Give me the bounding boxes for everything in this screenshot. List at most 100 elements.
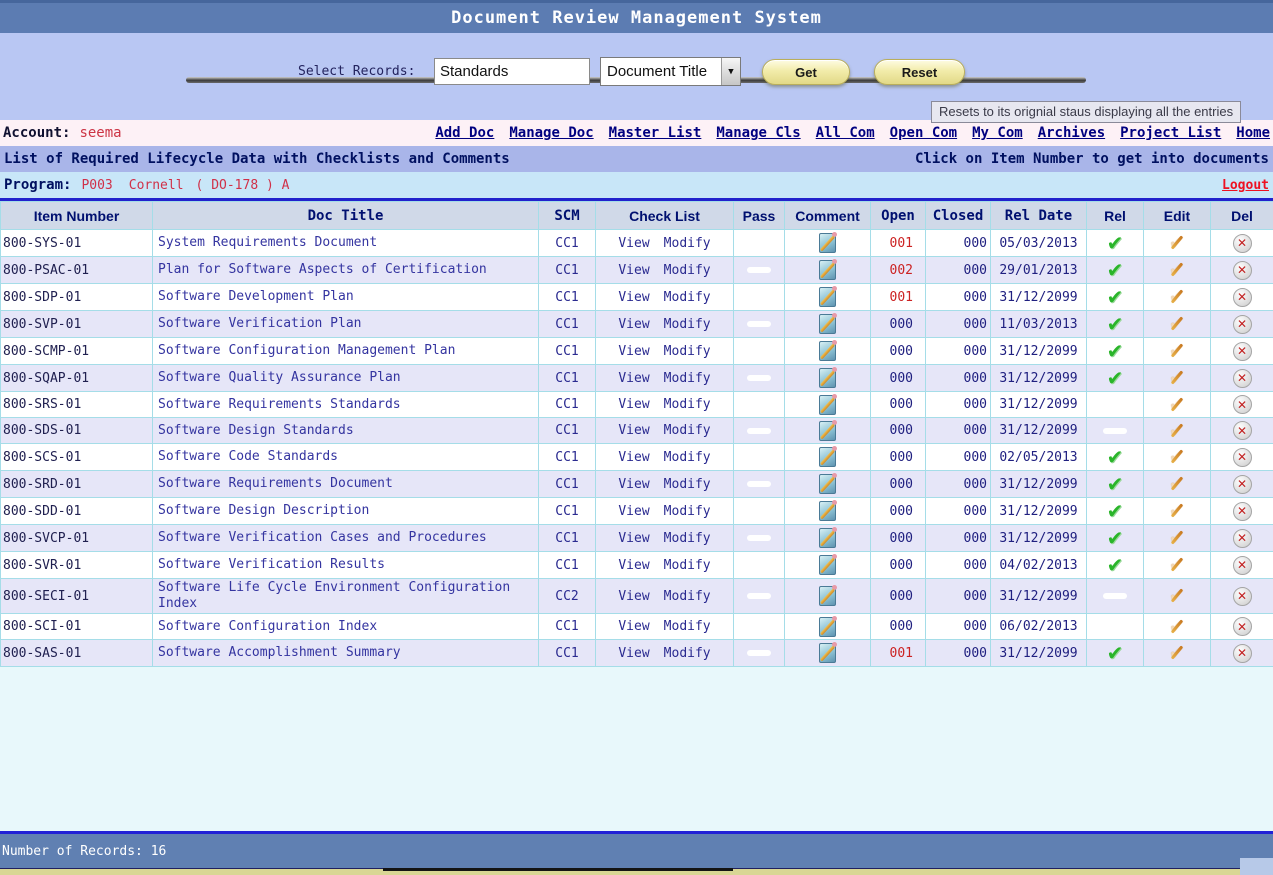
delete-icon[interactable] [1232,617,1252,636]
view-link[interactable]: View [618,589,649,604]
comment-icon[interactable] [819,259,837,280]
item-number-link[interactable]: 800-SQAP-01 [3,371,89,386]
edit-icon[interactable] [1166,340,1188,362]
comment-icon[interactable] [819,527,837,548]
edit-icon[interactable] [1166,259,1188,281]
nav-link-manage-doc[interactable]: Manage Doc [509,125,593,141]
item-number-link[interactable]: 800-SYS-01 [3,236,81,251]
nav-link-project-list[interactable]: Project List [1120,125,1221,141]
item-number-link[interactable]: 800-SDS-01 [3,423,81,438]
view-link[interactable]: View [618,423,649,438]
modify-link[interactable]: Modify [664,558,711,573]
delete-icon[interactable] [1232,314,1252,334]
view-link[interactable]: View [618,450,649,465]
comment-icon[interactable] [819,367,837,388]
edit-icon[interactable] [1166,313,1188,335]
comment-icon[interactable] [819,500,837,521]
item-number-link[interactable]: 800-SAS-01 [3,646,81,661]
item-number-link[interactable]: 800-SVCP-01 [3,531,89,546]
item-number-link[interactable]: 800-SCI-01 [3,619,81,634]
comment-icon[interactable] [819,286,837,307]
item-number-link[interactable]: 800-SRS-01 [3,397,81,412]
delete-icon[interactable] [1232,501,1252,521]
edit-icon[interactable] [1166,585,1188,607]
delete-icon[interactable] [1232,368,1252,388]
view-link[interactable]: View [618,646,649,661]
view-link[interactable]: View [618,236,649,251]
comment-icon[interactable] [819,340,837,361]
view-link[interactable]: View [618,317,649,332]
comment-icon[interactable] [819,585,837,606]
comment-icon[interactable] [819,232,837,253]
modify-link[interactable]: Modify [664,397,711,412]
delete-icon[interactable] [1232,260,1252,280]
modify-link[interactable]: Modify [664,317,711,332]
item-number-link[interactable]: 800-PSAC-01 [3,263,89,278]
modify-link[interactable]: Modify [664,646,711,661]
delete-icon[interactable] [1232,395,1252,414]
item-number-link[interactable]: 800-SRD-01 [3,477,81,492]
view-link[interactable]: View [618,290,649,305]
edit-icon[interactable] [1166,642,1188,664]
item-number-link[interactable]: 800-SVR-01 [3,558,81,573]
search-input[interactable] [434,58,590,85]
modify-link[interactable]: Modify [664,290,711,305]
delete-icon[interactable] [1232,421,1252,440]
edit-icon[interactable] [1166,616,1188,638]
comment-icon[interactable] [819,313,837,334]
delete-icon[interactable] [1232,341,1252,361]
edit-icon[interactable] [1166,394,1188,416]
edit-icon[interactable] [1166,232,1188,254]
edit-icon[interactable] [1166,446,1188,468]
comment-icon[interactable] [819,419,837,441]
nav-link-home[interactable]: Home [1236,125,1270,141]
modify-link[interactable]: Modify [664,450,711,465]
nav-link-all-com[interactable]: All Com [816,125,875,141]
item-number-link[interactable]: 800-SVP-01 [3,317,81,332]
modify-link[interactable]: Modify [664,619,711,634]
modify-link[interactable]: Modify [664,236,711,251]
view-link[interactable]: View [618,477,649,492]
nav-link-master-list[interactable]: Master List [609,125,702,141]
comment-icon[interactable] [819,393,837,415]
comment-icon[interactable] [819,554,837,575]
modify-link[interactable]: Modify [664,589,711,604]
nav-link-add-doc[interactable]: Add Doc [435,125,494,141]
item-number-link[interactable]: 800-SECI-01 [3,589,89,604]
delete-icon[interactable] [1232,233,1252,253]
comment-icon[interactable] [819,473,837,494]
delete-icon[interactable] [1232,555,1252,575]
delete-icon[interactable] [1232,474,1252,494]
nav-link-archives[interactable]: Archives [1038,125,1105,141]
modify-link[interactable]: Modify [664,423,711,438]
nav-link-manage-cls[interactable]: Manage Cls [716,125,800,141]
delete-icon[interactable] [1232,528,1252,548]
delete-icon[interactable] [1232,586,1252,606]
delete-icon[interactable] [1232,447,1252,467]
item-number-link[interactable]: 800-SCMP-01 [3,344,89,359]
nav-link-open-com[interactable]: Open Com [890,125,957,141]
view-link[interactable]: View [618,344,649,359]
modify-link[interactable]: Modify [664,344,711,359]
document-type-select[interactable]: Document Title ▼ [600,57,741,86]
comment-icon[interactable] [819,446,837,467]
view-link[interactable]: View [618,619,649,634]
chevron-down-icon[interactable]: ▼ [721,58,740,85]
modify-link[interactable]: Modify [664,504,711,519]
view-link[interactable]: View [618,263,649,278]
view-link[interactable]: View [618,531,649,546]
item-number-link[interactable]: 800-SDP-01 [3,290,81,305]
modify-link[interactable]: Modify [664,531,711,546]
item-number-link[interactable]: 800-SDD-01 [3,504,81,519]
view-link[interactable]: View [618,558,649,573]
view-link[interactable]: View [618,371,649,386]
get-button[interactable]: Get [762,59,850,85]
view-link[interactable]: View [618,504,649,519]
item-number-link[interactable]: 800-SCS-01 [3,450,81,465]
edit-icon[interactable] [1166,420,1188,442]
edit-icon[interactable] [1166,554,1188,576]
edit-icon[interactable] [1166,286,1188,308]
nav-link-my-com[interactable]: My Com [972,125,1023,141]
reset-button[interactable]: Reset [874,59,965,85]
modify-link[interactable]: Modify [664,263,711,278]
